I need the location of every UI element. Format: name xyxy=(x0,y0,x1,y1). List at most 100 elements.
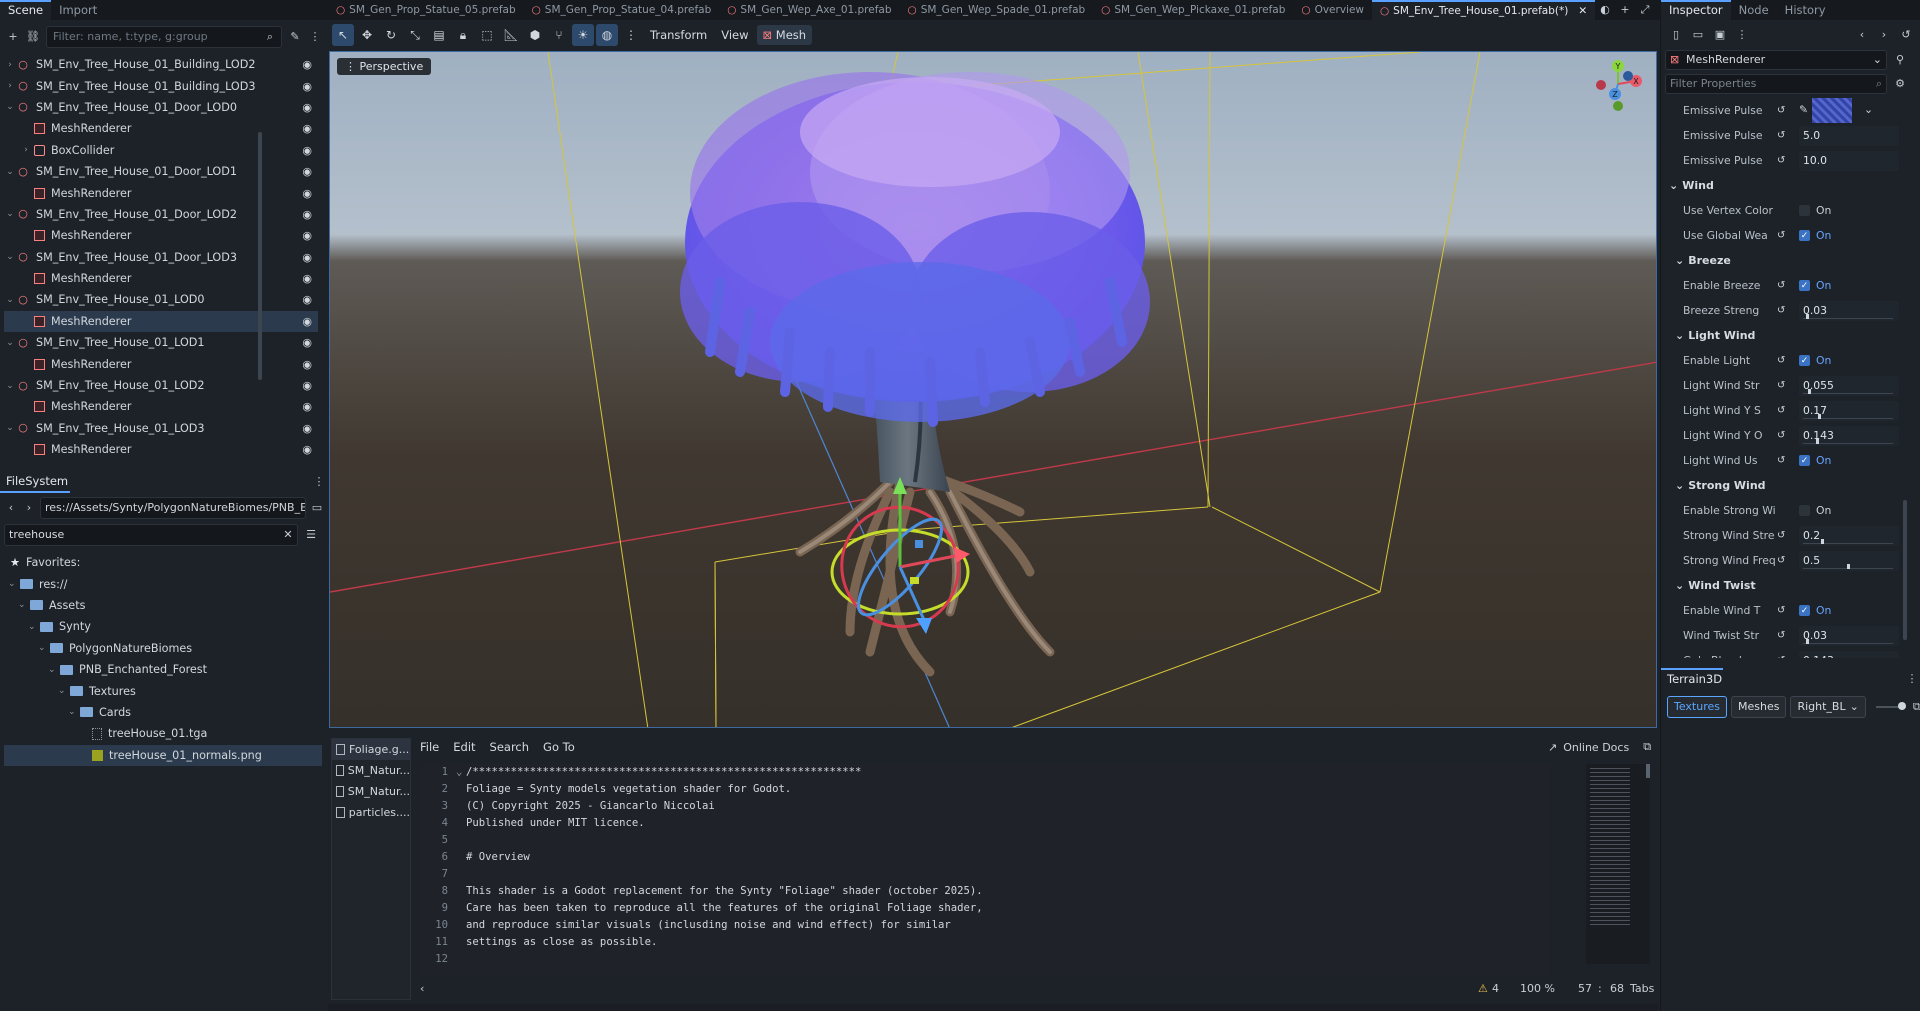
filter-settings-icon[interactable]: ⚙ xyxy=(1893,77,1907,91)
scene-tree-row[interactable]: › BoxCollider ◉ xyxy=(4,140,318,161)
property-checkbox[interactable]: ✓ On xyxy=(1799,279,1831,292)
visibility-eye-icon[interactable]: ◉ xyxy=(302,422,312,435)
visibility-eye-icon[interactable]: ◉ xyxy=(302,443,312,456)
visibility-eye-icon[interactable]: ◉ xyxy=(302,229,312,242)
chevron-icon[interactable]: ⌄ xyxy=(4,167,16,177)
inspector-tab[interactable]: Inspector xyxy=(1661,0,1731,20)
node-type-select[interactable]: ⊠ MeshRenderer ⌄ xyxy=(1665,50,1887,70)
property-value-field[interactable]: 0.055 xyxy=(1799,375,1899,396)
new-resource-icon[interactable]: ▯ xyxy=(1669,28,1683,42)
reset-icon[interactable]: ↺ xyxy=(1777,230,1785,241)
visibility-eye-icon[interactable]: ◉ xyxy=(302,144,312,157)
filesystem-search-input[interactable]: treehouse ✕ xyxy=(4,524,298,546)
script-icon[interactable]: ✎ xyxy=(288,30,302,44)
scene-tree-row[interactable]: MeshRenderer ◉ xyxy=(4,353,318,374)
scale-tool-icon[interactable]: ⤡ xyxy=(404,24,426,46)
reset-icon[interactable]: ↺ xyxy=(1777,655,1785,658)
chevron-icon[interactable]: ⌄ xyxy=(4,338,16,348)
kebab-menu-icon[interactable]: ⋮ xyxy=(1905,672,1919,686)
scene-tree-row[interactable]: ⌄ ○ SM_Env_Tree_House_01_Door_LOD2 ◉ xyxy=(4,204,318,225)
forward-icon[interactable]: › xyxy=(22,501,36,515)
property-value-field[interactable]: 0.03 xyxy=(1799,300,1899,321)
lock-icon[interactable]: 🔒︎ xyxy=(452,24,474,46)
terrain-meshes-button[interactable]: Meshes xyxy=(1731,696,1787,718)
scene-tree-scrollbar[interactable] xyxy=(258,132,262,380)
scene-tree-row[interactable]: ⌄ ○ SM_Env_Tree_House_01_Door_LOD0 ◉ xyxy=(4,97,318,118)
scene-tree-row[interactable]: MeshRenderer ◉ xyxy=(4,182,318,203)
chevron-down-icon[interactable]: ⌄ xyxy=(8,579,20,589)
value-slider-knob[interactable] xyxy=(1807,388,1811,394)
zoom-level[interactable]: 100 % xyxy=(1520,982,1555,995)
reset-icon[interactable]: ↺ xyxy=(1777,355,1785,366)
tab-import[interactable]: Import xyxy=(51,0,105,20)
scene-tree-row[interactable]: ⌄ ○ SM_Env_Tree_House_01_Door_LOD3 ◉ xyxy=(4,247,318,268)
script-menu-item[interactable]: Edit xyxy=(453,740,475,754)
snap-icon[interactable]: ⑂ xyxy=(548,24,570,46)
value-slider-knob[interactable] xyxy=(1820,538,1824,544)
sort-icon[interactable]: ☰ xyxy=(304,528,318,542)
code-editor[interactable]: 1 ⌄/*************************************… xyxy=(420,764,1550,976)
script-menu-item[interactable]: Search xyxy=(490,740,530,754)
filesystem-title[interactable]: FileSystem xyxy=(6,474,68,488)
reset-icon[interactable]: ↺ xyxy=(1777,280,1785,291)
visibility-eye-icon[interactable]: ◉ xyxy=(302,58,312,71)
property-value-field[interactable]: 0.03 xyxy=(1799,625,1899,646)
tab-scene[interactable]: Scene xyxy=(0,0,52,20)
online-docs-link[interactable]: ↗ Online Docs ⧉ xyxy=(1548,740,1651,754)
chevron-icon[interactable]: ⌄ xyxy=(4,209,16,219)
filesystem-row[interactable]: ⌄ PolygonNatureBiomes xyxy=(4,638,322,659)
kebab-menu-icon[interactable]: ⋮ xyxy=(1735,28,1749,42)
visibility-eye-icon[interactable]: ◉ xyxy=(302,315,312,328)
property-checkbox[interactable]: ✓ On xyxy=(1799,604,1831,617)
property-checkbox[interactable]: ✓ On xyxy=(1799,354,1831,367)
list-select-icon[interactable]: ▤ xyxy=(428,24,450,46)
3d-viewport[interactable]: ⋮ Perspective Y X Z xyxy=(329,51,1657,728)
inspector-tab[interactable]: Node xyxy=(1731,0,1777,20)
add-node-icon[interactable]: + xyxy=(6,30,20,44)
filesystem-path-input[interactable]: res://Assets/Synty/PolygonNatureBiomes/P… xyxy=(40,497,306,519)
visibility-eye-icon[interactable]: ◉ xyxy=(302,165,312,178)
property-section[interactable]: ⌄ Breeze xyxy=(1669,248,1905,273)
ruler-icon[interactable]: 📐︎ xyxy=(500,24,522,46)
move-tool-icon[interactable]: ✥ xyxy=(356,24,378,46)
link-icon[interactable]: ⛓ xyxy=(26,30,40,44)
select-tool-icon[interactable]: ↖ xyxy=(332,24,354,46)
property-checkbox[interactable]: On xyxy=(1799,204,1831,217)
filesystem-row[interactable]: ★ Favorites: xyxy=(4,552,322,573)
property-section[interactable]: ⌄ Strong Wind xyxy=(1669,473,1905,498)
chevron-icon[interactable]: ⌄ xyxy=(4,102,16,112)
property-checkbox[interactable]: ✓ On xyxy=(1799,229,1831,242)
visibility-eye-icon[interactable]: ◉ xyxy=(302,272,312,285)
open-folder-icon[interactable]: ▭ xyxy=(1691,28,1705,42)
chevron-down-icon[interactable]: ⌄ xyxy=(58,686,70,696)
editor-tab[interactable]: ○ SM_Gen_Wep_Axe_01.prefab xyxy=(719,0,899,20)
property-value-field[interactable]: 0.5 xyxy=(1799,550,1899,571)
scene-tree-row[interactable]: MeshRenderer ◉ xyxy=(4,396,318,417)
close-icon[interactable]: ✕ xyxy=(1578,3,1587,20)
terrain3d-title[interactable]: Terrain3D xyxy=(1667,672,1722,686)
chevron-icon[interactable]: ⌄ xyxy=(4,252,16,262)
editor-tab[interactable]: ○ Overview xyxy=(1293,0,1372,20)
scene-tree-row[interactable]: › ○ SM_Env_Tree_House_01_Building_LOD3 ◉ xyxy=(4,75,318,96)
inspector-scrollbar[interactable] xyxy=(1903,500,1907,640)
terrain-textures-button[interactable]: Textures xyxy=(1667,696,1727,718)
scene-tree-row[interactable]: MeshRenderer ◉ xyxy=(4,439,318,460)
chevron-down-icon[interactable]: ⌄ xyxy=(28,622,40,632)
scene-tree-row[interactable]: ⌄ ○ SM_Env_Tree_House_01_Door_LOD1 ◉ xyxy=(4,161,318,182)
chevron-icon[interactable]: › xyxy=(20,145,32,155)
chevron-down-icon[interactable]: ⌄ xyxy=(48,665,60,675)
property-value-field[interactable]: 0.17 xyxy=(1799,400,1899,421)
chevron-icon[interactable]: ⌄ xyxy=(4,423,16,433)
chevron-icon[interactable]: ⌄ xyxy=(4,381,16,391)
visibility-eye-icon[interactable]: ◉ xyxy=(302,80,312,93)
filesystem-row[interactable]: ⌄ Assets xyxy=(4,595,322,616)
kebab-menu-icon[interactable]: ⋮ xyxy=(312,475,326,489)
chevron-down-icon[interactable]: ⌄ xyxy=(1864,103,1873,116)
view-menu[interactable]: View xyxy=(715,28,754,42)
editor-tab[interactable]: ○ SM_Gen_Wep_Spade_01.prefab xyxy=(900,0,1094,20)
texture-preview[interactable]: ✎ ⌄ xyxy=(1799,98,1889,124)
property-value-field[interactable]: 0.2 xyxy=(1799,525,1899,546)
value-slider-knob[interactable] xyxy=(1805,638,1809,644)
property-checkbox[interactable]: ✓ On xyxy=(1799,454,1831,467)
property-value-field[interactable]: 10.0 xyxy=(1799,150,1899,171)
